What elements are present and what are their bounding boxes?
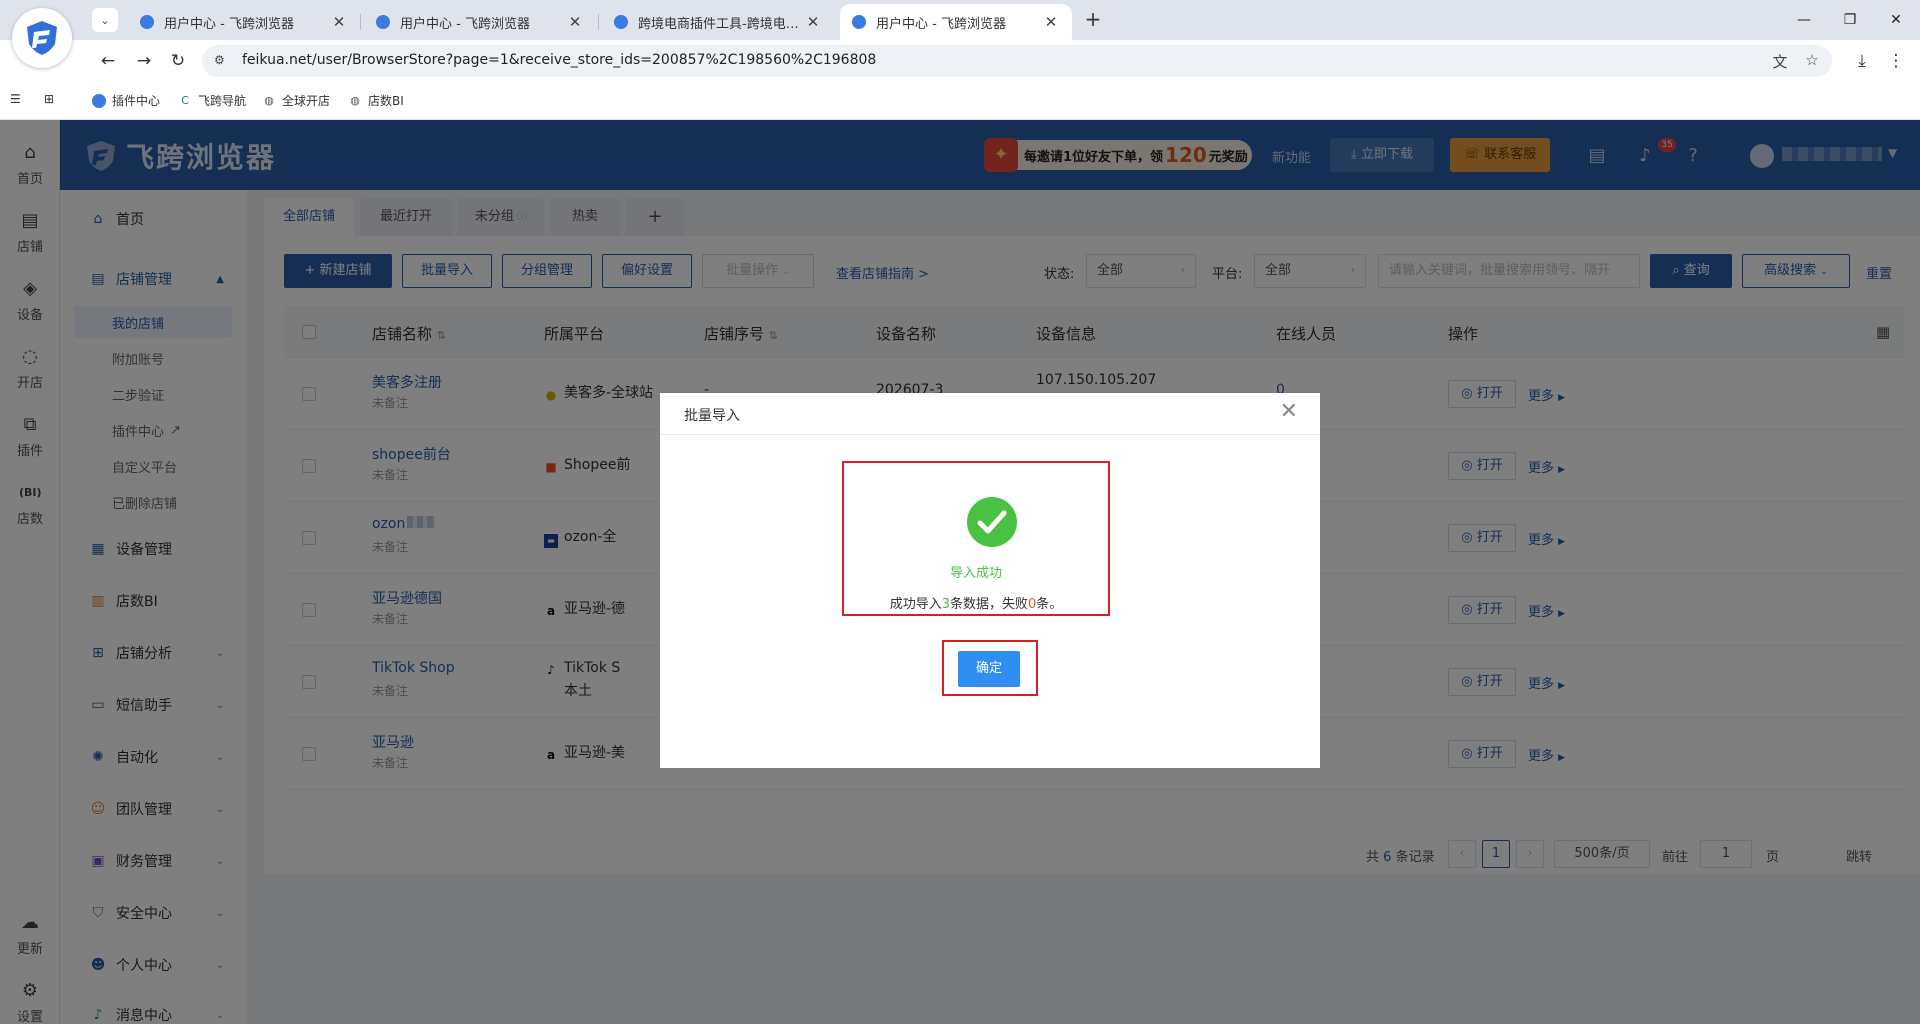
browser-tabbar: ⌄ 用户中心 - 飞跨浏览器 ✕ 用户中心 - 飞跨浏览器 ✕ 跨境电商插件工具… — [0, 0, 1920, 40]
close-icon[interactable]: ✕ — [330, 13, 348, 31]
bookmark-favicon: C — [181, 93, 189, 107]
apps-icon[interactable]: ⊞ — [44, 92, 54, 106]
minimize-button[interactable]: — — [1784, 6, 1824, 34]
url-text[interactable]: feikua.net/user/BrowserStore?page=1&rece… — [242, 52, 876, 68]
bookmark-item[interactable]: ◍ 店数BI — [348, 92, 404, 109]
bookmark-favicon — [92, 93, 106, 108]
import-result-highlight: 导入成功 成功导入3条数据，失败0条。 — [842, 461, 1110, 616]
browser-tab[interactable]: 跨境电商插件工具-跨境电商翻译... ✕ — [602, 4, 834, 40]
tab-title: 跨境电商插件工具-跨境电商翻译... — [638, 16, 804, 32]
new-tab-button[interactable]: + — [1080, 8, 1106, 32]
summary-middle: 条数据，失败 — [949, 597, 1028, 612]
tab-search-button[interactable]: ⌄ — [92, 8, 118, 32]
close-icon[interactable]: ✕ — [566, 13, 584, 31]
tab-title: 用户中心 - 飞跨浏览器 — [876, 16, 1006, 32]
download-icon[interactable]: ⤓ — [1850, 49, 1874, 73]
bookmark-label: 插件中心 — [112, 94, 161, 108]
close-window-button[interactable]: ✕ — [1876, 6, 1916, 34]
bookmark-label: 全球开店 — [282, 94, 331, 108]
browser-tab[interactable]: 用户中心 - 飞跨浏览器 ✕ — [128, 4, 360, 40]
close-icon[interactable]: ✕ — [1280, 399, 1298, 424]
tab-favicon — [376, 15, 390, 29]
omnibox[interactable]: ⚙ feikua.net/user/BrowserStore?page=1&re… — [202, 45, 1832, 77]
restore-button[interactable]: ❐ — [1830, 6, 1870, 34]
browser-tab-active[interactable]: 用户中心 - 飞跨浏览器 ✕ — [840, 4, 1072, 40]
browser-tab[interactable]: 用户中心 - 飞跨浏览器 ✕ — [364, 4, 596, 40]
tab-favicon — [614, 15, 628, 29]
success-count: 3 — [941, 597, 950, 612]
forward-icon[interactable]: → — [132, 49, 156, 73]
globe-icon: ◍ — [264, 93, 274, 107]
summary-suffix: 条。 — [1036, 597, 1063, 612]
success-check-icon — [967, 497, 1017, 547]
back-icon[interactable]: ← — [96, 49, 120, 73]
reload-icon[interactable]: ↻ — [166, 49, 190, 73]
import-summary: 成功导入3条数据，失败0条。 — [844, 593, 1108, 612]
bookmark-item[interactable]: ◍ 全球开店 — [262, 92, 330, 109]
tab-divider — [598, 14, 599, 30]
globe-icon: ◍ — [350, 93, 360, 107]
bookmark-label: 店数BI — [368, 94, 404, 108]
bookmark-item[interactable]: 插件中心 — [92, 92, 160, 109]
batch-import-dialog: 批量导入 ✕ 导入成功 成功导入3条数据，失败0条。 确定 — [660, 393, 1320, 768]
check-mark-icon — [977, 510, 1007, 534]
tab-title: 用户中心 - 飞跨浏览器 — [400, 16, 530, 32]
bookmark-star-icon[interactable]: ☆ — [1802, 51, 1822, 71]
sidebar-toggle-icon[interactable]: ☰ — [10, 92, 21, 106]
bookmark-item[interactable]: C 飞跨导航 — [178, 92, 246, 109]
summary-prefix: 成功导入 — [889, 597, 942, 612]
tab-title: 用户中心 - 飞跨浏览器 — [164, 16, 294, 32]
browser-logo[interactable] — [12, 8, 72, 68]
shield-logo-icon — [27, 21, 57, 55]
site-info-icon[interactable]: ⚙ — [214, 53, 230, 69]
bookmarks-bar: ☰ ⊞ 插件中心 C 飞跨导航 ◍ 全球开店 ◍ 店数BI — [0, 82, 1920, 120]
close-icon[interactable]: ✕ — [1042, 13, 1060, 31]
tab-divider — [360, 14, 361, 30]
dialog-header: 批量导入 ✕ — [660, 393, 1320, 435]
confirm-highlight: 确定 — [942, 640, 1038, 696]
dialog-title: 批量导入 — [684, 408, 740, 424]
menu-icon[interactable]: ⋮ — [1884, 49, 1908, 73]
tab-favicon — [140, 15, 154, 29]
confirm-button[interactable]: 确定 — [958, 651, 1020, 687]
tab-favicon — [852, 15, 866, 29]
close-icon[interactable]: ✕ — [804, 13, 822, 31]
address-bar-row: ← → ↻ ⚙ feikua.net/user/BrowserStore?pag… — [0, 40, 1920, 82]
translate-icon[interactable]: 文 — [1770, 51, 1790, 71]
import-status: 导入成功 — [949, 566, 1002, 581]
bookmark-label: 飞跨导航 — [198, 94, 247, 108]
